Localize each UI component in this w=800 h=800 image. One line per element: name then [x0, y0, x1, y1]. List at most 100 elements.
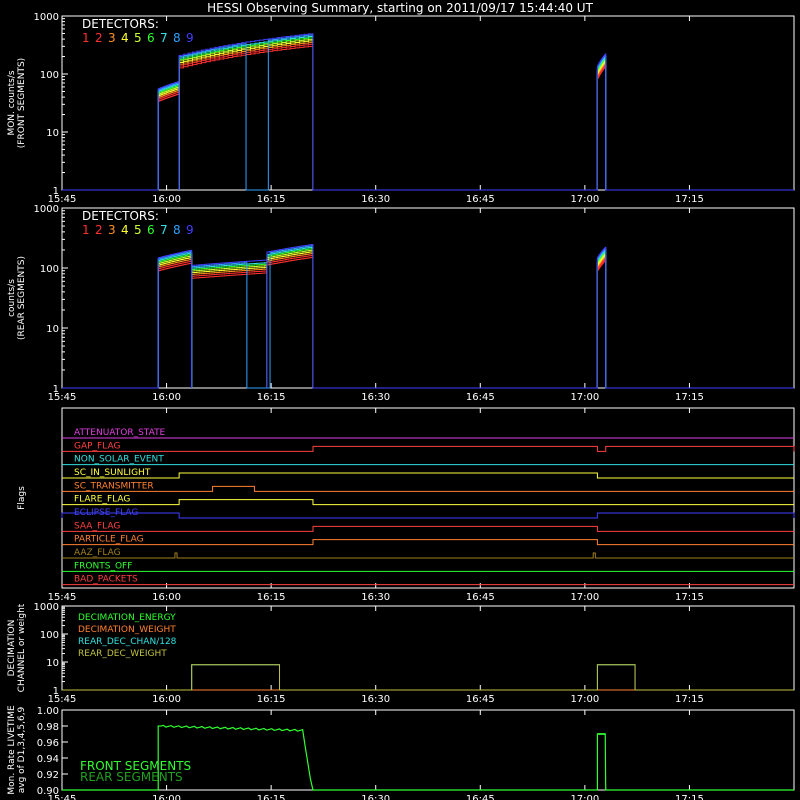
- livetime-y-axis-label: Mon. Rate LIVETIME: [7, 705, 17, 795]
- front-legend-detector-3: 3: [108, 31, 116, 45]
- flag-fronts_off-label: FRONTS_OFF: [74, 561, 132, 571]
- front-x-tick-label: 16:15: [257, 194, 286, 205]
- livetime-x-tick-label: 17:00: [570, 794, 599, 800]
- front-legend-detector-6: 6: [147, 31, 155, 45]
- front-detector-6-line: [62, 37, 794, 191]
- livetime-x-tick-label: 16:15: [257, 794, 286, 800]
- decimation-x-tick-label: 16:15: [257, 694, 286, 705]
- livetime-x-tick-label: 16:30: [361, 794, 390, 800]
- rear-detector-1-line: [62, 256, 794, 389]
- decimation-x-tick-label: 17:15: [675, 694, 704, 705]
- livetime-y-tick-label: 1.00: [37, 706, 59, 717]
- livetime-y-tick-label: 0.92: [37, 770, 59, 781]
- livetime-x-tick-label: 16:00: [152, 794, 181, 800]
- livetime-y-tick-label: 0.90: [37, 786, 59, 797]
- flags-plot-frame: [61, 407, 795, 589]
- flag-flare_flag-line: [62, 499, 794, 506]
- front-legend-detector-9: 9: [186, 31, 194, 45]
- decimation-decimation_weight-label: DECIMATION_WEIGHT: [78, 625, 176, 635]
- flag-eclipse_flag-line: [61, 512, 795, 519]
- decimation-y-tick-label: 10: [46, 658, 59, 669]
- flag-aaz_flag-label: AAZ_FLAG: [74, 548, 121, 558]
- flag-bad_packets-label: BAD_PACKETS: [74, 575, 138, 585]
- livetime-x-tick-label: 16:45: [466, 794, 495, 800]
- flags-x-tick-label: 16:15: [257, 592, 286, 603]
- rear-x-tick-label: 17:15: [675, 392, 704, 403]
- livetime-y-tick-label: 0.98: [37, 722, 59, 733]
- flag-particle_flag-line: [62, 539, 794, 546]
- rear-x-tick-label: 16:45: [466, 392, 495, 403]
- rear-detector-3-line: [62, 253, 794, 389]
- flags-x-tick-label: 16:30: [361, 592, 390, 603]
- hessi-summary-page: HESSI Observing Summary, starting on 201…: [0, 0, 800, 800]
- flags-x-tick-label: 16:00: [152, 592, 181, 603]
- decimation-x-tick-label: 16:00: [152, 694, 181, 705]
- rear-legend-detector-1: 1: [82, 223, 90, 237]
- front-x-tick-label: 16:30: [361, 194, 390, 205]
- flag-gap_flag-line: [62, 445, 795, 452]
- rear-y-axis-label: (REAR SEGMENTS): [17, 256, 27, 340]
- front-legend-detector-4: 4: [121, 31, 129, 45]
- decimation-y-tick-label: 100: [40, 630, 59, 641]
- rear-legend-detector-8: 8: [173, 223, 181, 237]
- flag-non_solar_event-label: NON_SOLAR_EVENT: [74, 455, 164, 465]
- front-x-tick-label: 17:15: [675, 194, 704, 205]
- decimation-y-axis-label: DECIMATION: [7, 620, 17, 677]
- decimation-x-tick-label: 16:45: [466, 694, 495, 705]
- rear-x-tick-label: 16:15: [257, 392, 286, 403]
- rear-y-tick-label: 1000: [34, 204, 59, 215]
- flag-sc_in_sunlight-line: [62, 472, 794, 479]
- front-y-tick-label: 1: [53, 186, 59, 197]
- front-y-tick-label: 100: [40, 70, 59, 81]
- flag-gap_flag-label: GAP_FLAG: [74, 441, 120, 451]
- front-legend-detector-8: 8: [173, 31, 181, 45]
- flag-saa_flag-line: [62, 525, 794, 532]
- front-detector-3-line: [62, 42, 794, 191]
- livetime-y-tick-label: 0.94: [37, 754, 59, 765]
- decimation-y-tick-label: 1000: [34, 602, 59, 613]
- flag-aaz_flag-line: [62, 552, 794, 559]
- decimation-rear_dec_weight-line: [62, 664, 794, 691]
- flags-x-tick-label: 17:15: [675, 592, 704, 603]
- flag-sc_in_sunlight-label: SC_IN_SUNLIGHT: [74, 468, 151, 478]
- decimation-rear_dec_chan/128-line: [62, 664, 794, 691]
- summary-charts: 15:45 16:00 16:15 16:30 16:45 17:00 17:1511010…: [7, 12, 795, 800]
- rear-detector-7-line: [62, 246, 794, 389]
- front-detector-8-line: [62, 34, 794, 191]
- flags-x-tick-label: 16:45: [466, 592, 495, 603]
- front-legend-detector-7: 7: [160, 31, 168, 45]
- front-x-tick-label: 17:00: [570, 194, 599, 205]
- decimation-x-tick-label: 17:00: [570, 694, 599, 705]
- rear-legend-detector-4: 4: [121, 223, 129, 237]
- rear-legend-detector-2: 2: [95, 223, 103, 237]
- rear-legend-title: DETECTORS:: [82, 209, 159, 223]
- front-legend-title: DETECTORS:: [82, 17, 159, 31]
- front-y-axis-label: MON. counts/s: [7, 70, 17, 135]
- front-detector-5-line: [62, 38, 794, 191]
- livetime-y-tick-label: 0.96: [37, 738, 59, 749]
- front-legend-detector-1: 1: [82, 31, 90, 45]
- rear-x-tick-label: 17:00: [570, 392, 599, 403]
- livetime-y-axis-label: avg of D1,3,4,5,6,9: [17, 706, 27, 793]
- rear-x-tick-label: 16:00: [152, 392, 181, 403]
- rear-detector-5-line: [62, 249, 794, 389]
- rear-y-axis-label: counts/s: [7, 279, 17, 317]
- rear-legend-detector-5: 5: [134, 223, 142, 237]
- rear-detector-4-line: [62, 251, 794, 389]
- decimation-y-axis-label: CHANNEL or weight: [17, 603, 27, 692]
- rear-detector-2-line: [62, 254, 794, 389]
- front-y-tick-label: 10: [46, 128, 59, 139]
- livetime-x-tick-label: 17:15: [675, 794, 704, 800]
- rear-legend-detector-3: 3: [108, 223, 116, 237]
- front-detector-4-line: [62, 40, 794, 191]
- rear-legend-detector-6: 6: [147, 223, 155, 237]
- flag-sc_transmitter-line: [62, 485, 794, 492]
- flag-sc_transmitter-label: SC_TRANSMITTER: [74, 481, 154, 491]
- rear-detector-6-line: [62, 248, 794, 389]
- front-detector-7-line: [62, 35, 794, 191]
- decimation-rear_dec_weight-label: REAR_DEC_WEIGHT: [78, 649, 167, 659]
- front-y-tick-label: 1000: [34, 12, 59, 23]
- rear-x-tick-label: 16:30: [361, 392, 390, 403]
- rear-y-tick-label: 10: [46, 324, 59, 335]
- rear-y-tick-label: 100: [40, 264, 59, 275]
